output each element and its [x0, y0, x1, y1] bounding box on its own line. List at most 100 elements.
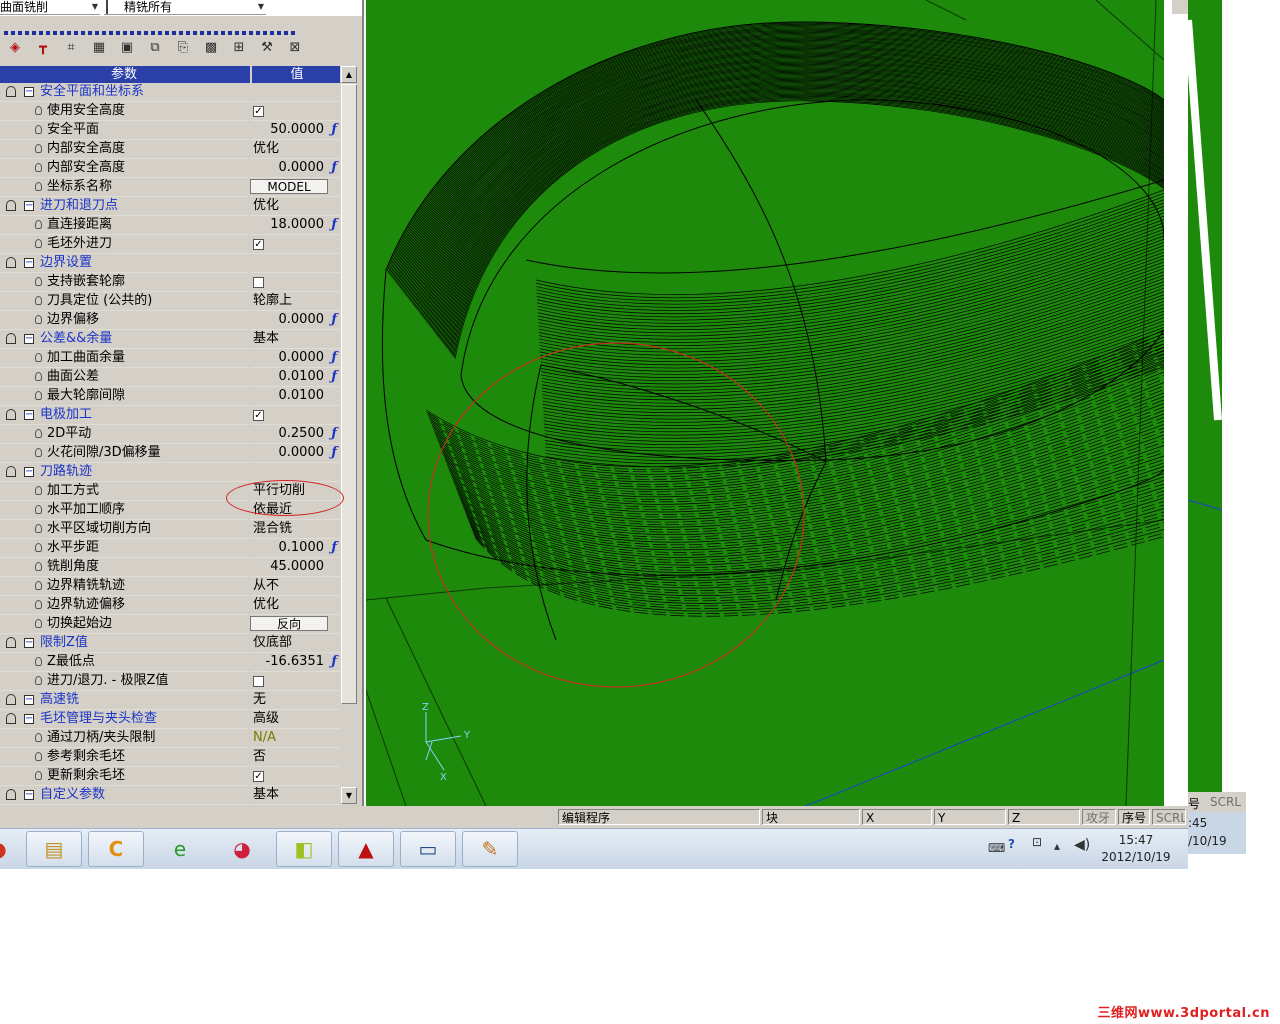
param-value-cell[interactable]: 0.0100	[250, 387, 340, 406]
collapse-icon[interactable]: −	[24, 87, 34, 97]
param-value-cell[interactable]: 优化	[250, 140, 340, 159]
param-checkbox[interactable]	[253, 676, 264, 687]
param-row[interactable]: 内部安全高度 0.0000 ƒ	[0, 159, 340, 178]
param-checkbox[interactable]	[253, 277, 264, 288]
collapse-icon[interactable]: −	[24, 695, 34, 705]
param-row[interactable]: 边界偏移 0.0000 ƒ	[0, 311, 340, 330]
param-value-cell[interactable]: 0.0000 ƒ	[250, 444, 340, 463]
param-row[interactable]: 使用安全高度 ✓	[0, 102, 340, 121]
run-icon[interactable]: ⊠	[284, 36, 306, 58]
param-row[interactable]: 2D平动 0.2500 ƒ	[0, 425, 340, 444]
param-value-cell[interactable]	[250, 463, 340, 482]
collapse-icon[interactable]: −	[24, 638, 34, 648]
param-row[interactable]: 边界轨迹偏移 优化	[0, 596, 340, 615]
param-row[interactable]: 坐标系名称 MODEL	[0, 178, 340, 197]
network-icon[interactable]: ⊡	[1032, 835, 1042, 849]
grid-scrollbar[interactable]: ▲ ▼	[340, 66, 358, 804]
param-group-row[interactable]: − 刀路轨迹	[0, 463, 340, 482]
scroll-down-icon[interactable]: ▼	[341, 787, 357, 804]
lock-icon[interactable]	[6, 333, 16, 344]
table-icon[interactable]: ▦	[88, 36, 110, 58]
toolbar-grip[interactable]	[4, 31, 296, 35]
formula-icon[interactable]: ƒ	[331, 368, 337, 386]
param-row[interactable]: 边界精铣轨迹 从不	[0, 577, 340, 596]
lock-icon[interactable]	[6, 200, 16, 211]
param-value-cell[interactable]: 从不	[250, 577, 340, 596]
param-row[interactable]: 水平加工顺序 依最近	[0, 501, 340, 520]
param-value-cell[interactable]: 0.1000 ƒ	[250, 539, 340, 558]
tool-list-icon[interactable]: ⌗	[60, 36, 82, 58]
formula-icon[interactable]: ƒ	[331, 539, 337, 557]
param-value-cell[interactable]	[250, 273, 340, 292]
param-group-row[interactable]: − 电极加工 ✓	[0, 406, 340, 425]
param-row[interactable]: 火花间隙/3D偏移量 0.0000 ƒ	[0, 444, 340, 463]
collapse-icon[interactable]: −	[24, 258, 34, 268]
copy-icon[interactable]: ⎘	[172, 36, 194, 58]
window-icon[interactable]: ▣	[116, 36, 138, 58]
ie-icon[interactable]: e	[152, 831, 208, 867]
param-value-cell[interactable]	[250, 672, 340, 691]
param-value-cell[interactable]: 基本	[250, 786, 340, 805]
clock[interactable]: 15:47 2012/10/19	[1094, 832, 1178, 866]
param-row[interactable]: 加工曲面余量 0.0000 ƒ	[0, 349, 340, 368]
chrome-like-icon[interactable]: ◕	[214, 831, 270, 867]
param-group-row[interactable]: − 边界设置	[0, 254, 340, 273]
param-value-cell[interactable]	[250, 83, 340, 102]
lock-icon[interactable]	[6, 86, 16, 97]
lock-icon[interactable]	[6, 637, 16, 648]
param-row[interactable]: 加工方式 平行切削	[0, 482, 340, 501]
param-row[interactable]: 内部安全高度 优化	[0, 140, 340, 159]
param-row[interactable]: 刀具定位 (公共的) 轮廓上	[0, 292, 340, 311]
param-group-row[interactable]: − 高速铣无	[0, 691, 340, 710]
param-row[interactable]: 参考剩余毛坯 否	[0, 748, 340, 767]
lock-icon[interactable]	[6, 466, 16, 477]
settings-icon[interactable]: ⚒	[256, 36, 278, 58]
param-value-cell[interactable]: 高级	[250, 710, 340, 729]
help-icon[interactable]: ?	[1008, 837, 1015, 851]
param-value-cell[interactable]: 仅底部	[250, 634, 340, 653]
strategy-dropdown[interactable]: 精铣所有 ▼	[104, 0, 266, 15]
param-value-cell[interactable]: ✓	[250, 406, 340, 425]
param-row[interactable]: Z最低点 -16.6351 ƒ	[0, 653, 340, 672]
lock-icon[interactable]	[6, 789, 16, 800]
param-value-cell[interactable]: 依最近	[250, 501, 340, 520]
param-row[interactable]: 毛坯外进刀 ✓	[0, 235, 340, 254]
param-row[interactable]: 曲面公差 0.0100 ƒ	[0, 368, 340, 387]
param-group-row[interactable]: − 安全平面和坐标系	[0, 83, 340, 102]
param-value-cell[interactable]: 否	[250, 748, 340, 767]
3d-viewport[interactable]: Z Y X	[366, 0, 1164, 806]
param-row[interactable]: 最大轮廓间隙 0.0100	[0, 387, 340, 406]
param-row[interactable]: 更新剩余毛坯 ✓	[0, 767, 340, 786]
param-value-cell[interactable]: ✓	[250, 102, 340, 121]
formula-icon[interactable]: ƒ	[331, 653, 337, 671]
param-row[interactable]: 直连接距离 18.0000 ƒ	[0, 216, 340, 235]
operation-type-dropdown[interactable]: 曲面铣削 ▼	[0, 0, 100, 15]
param-row[interactable]: 铣削角度 45.0000	[0, 558, 340, 577]
param-value-cell[interactable]: N/A	[250, 729, 340, 748]
param-value-cell[interactable]: 0.0100 ƒ	[250, 368, 340, 387]
lock-icon[interactable]	[6, 257, 16, 268]
formula-icon[interactable]: ƒ	[331, 311, 337, 329]
param-value-cell[interactable]: 0.0000 ƒ	[250, 159, 340, 178]
collapse-icon[interactable]: −	[24, 410, 34, 420]
param-row[interactable]: 安全平面 50.0000 ƒ	[0, 121, 340, 140]
param-value-cell[interactable]: 50.0000 ƒ	[250, 121, 340, 140]
param-checkbox[interactable]: ✓	[253, 771, 264, 782]
lock-icon[interactable]	[6, 694, 16, 705]
param-group-row[interactable]: − 进刀和退刀点 优化	[0, 197, 340, 216]
param-value-button[interactable]: MODEL	[250, 179, 328, 194]
param-checkbox[interactable]: ✓	[253, 106, 264, 117]
lock-icon[interactable]	[6, 713, 16, 724]
param-row[interactable]: 水平步距 0.1000 ƒ	[0, 539, 340, 558]
param-group-row[interactable]: − 自定义参数 基本	[0, 786, 340, 805]
param-value-button[interactable]: 反向	[250, 616, 328, 631]
param-value-cell[interactable]: -16.6351 ƒ	[250, 653, 340, 672]
formula-icon[interactable]: ƒ	[331, 121, 337, 139]
param-row[interactable]: 水平区域切削方向 混合铣	[0, 520, 340, 539]
param-value-cell[interactable]: 0.0000 ƒ	[250, 311, 340, 330]
monitor-app-icon[interactable]: ▭	[400, 831, 456, 867]
param-group-row[interactable]: − 限制Z值 仅底部	[0, 634, 340, 653]
formula-icon[interactable]: ƒ	[331, 216, 337, 234]
lock-icon[interactable]	[6, 409, 16, 420]
param-row[interactable]: 进刀/退刀. - 极限Z值	[0, 672, 340, 691]
